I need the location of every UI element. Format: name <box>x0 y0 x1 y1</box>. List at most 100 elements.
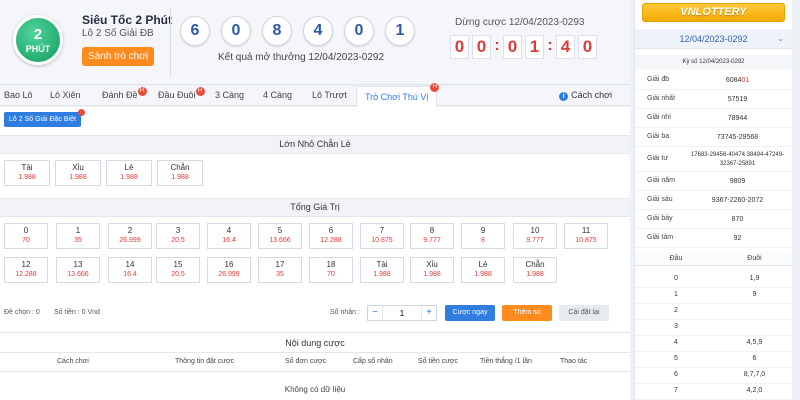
hot-badge: H <box>195 87 205 96</box>
table-header: Cấp số nhân <box>353 358 393 365</box>
bet-option[interactable]: 98 <box>461 223 505 249</box>
bet-odds: 1.988 <box>69 174 87 181</box>
tab-label: 4 Càng <box>263 90 293 100</box>
timer-colon: : <box>547 37 553 54</box>
bet-content-title: Nội dung cược <box>0 332 630 352</box>
bet-option[interactable]: 6 12.288 <box>309 223 353 249</box>
bet-option[interactable]: 0 70 <box>4 223 48 249</box>
subtab-lo-2-so[interactable]: Lô 2 Số Giải Đặc Biệt <box>4 109 85 127</box>
prize-value: 17683-29456-40474 38494-47249-32367-2589… <box>690 152 785 167</box>
bet-odds: 1.988 <box>373 271 391 278</box>
bet-option[interactable]: 1 35 <box>56 223 100 249</box>
bet-label: 17 <box>275 260 285 269</box>
prize-row: Giải nhì 78944 <box>635 109 792 128</box>
scrollbar[interactable] <box>794 0 800 400</box>
tab-dau-duoi[interactable]: Đầu Đuôi H <box>158 87 205 100</box>
draw-date-select[interactable]: 12/04/2023-0292 ⌄ <box>635 29 792 49</box>
prize-row: Giải sáu 9367-2260-2072 <box>635 191 792 210</box>
prize-value: 9809 <box>729 178 746 185</box>
table-header: Cách chơi <box>57 358 89 365</box>
tab-bao-lo[interactable]: Bao Lô <box>4 90 33 100</box>
subtab-row: Lô 2 Số Giải Đặc Biệt <box>0 107 630 133</box>
bet-option[interactable]: Tài 1.988 <box>360 257 404 283</box>
add-slip-button[interactable]: Thêm số <box>502 305 552 321</box>
bet-odds: 26.999 <box>119 237 141 244</box>
prize-value-main: 6084 <box>725 77 742 84</box>
prize-label: Giải đb <box>647 76 670 83</box>
hot-badge: H <box>430 83 440 92</box>
lobby-button[interactable]: Sảnh trò chơi <box>82 47 154 66</box>
result-ball: 1 <box>385 16 415 46</box>
reset-button[interactable]: Cài đặt lại <box>559 305 609 321</box>
multiplier-input[interactable] <box>382 306 422 320</box>
hot-badge <box>77 109 85 116</box>
bet-option[interactable]: 11 10.875 <box>564 223 608 249</box>
bet-label: 11 <box>581 226 591 235</box>
bet-option[interactable]: Lẻ 1.988 <box>461 257 505 283</box>
bet-option[interactable]: Lẻ 1.988 <box>106 160 152 186</box>
game-logo: 2 PHÚT <box>13 15 63 65</box>
bet-option[interactable]: 8 9.777 <box>410 223 454 249</box>
selected-count: Đề chọn : 0 <box>4 309 40 316</box>
bet-odds: 70 <box>22 237 30 244</box>
bet-option[interactable]: 14 16.4 <box>108 257 152 283</box>
bet-option[interactable]: 16 26.999 <box>207 257 251 283</box>
bet-odds: 9.777 <box>423 237 441 244</box>
head-tail-row: 19 <box>635 288 792 304</box>
bet-option[interactable]: Xỉu 1.988 <box>410 257 454 283</box>
bet-option[interactable]: Tài 1.988 <box>4 160 50 186</box>
head-digit: 5 <box>674 355 678 362</box>
prize-value: 57519 <box>727 96 748 103</box>
prize-row: Giải tư 17683-29456-40474 38494-47249-323… <box>635 147 792 172</box>
bet-label: Tài <box>21 163 33 172</box>
bet-amount: Số tiền : 0 Vnd <box>54 309 100 316</box>
section-title: Lớn Nhỏ Chẵn Lẻ <box>0 135 630 154</box>
bet-option[interactable]: 15 20.5 <box>156 257 200 283</box>
bet-label: 1 <box>75 226 81 235</box>
bet-label: 10 <box>530 226 540 235</box>
bet-option[interactable]: 13 13.666 <box>56 257 100 283</box>
bet-label: 7 <box>379 226 385 235</box>
tab-4-cang[interactable]: 4 Càng <box>263 90 292 100</box>
bet-option[interactable]: 4 16.4 <box>207 223 251 249</box>
tab-lo-truot[interactable]: Lô Trượt <box>312 90 347 100</box>
logo-number: 2 <box>33 26 43 43</box>
game-name: Siêu Tốc 2 Phút <box>82 13 173 27</box>
tab-lo-xien[interactable]: Lô Xiên <box>50 90 81 100</box>
game-tabs: Bao Lô Lô Xiên Đánh Đề H Đầu Đuôi H 3 Càng… <box>0 83 630 107</box>
bet-option[interactable]: 18 70 <box>309 257 353 283</box>
bet-option[interactable]: 2 26.999 <box>108 223 152 249</box>
bet-label: 6 <box>328 226 334 235</box>
prize-label: Giải sáu <box>647 196 673 203</box>
result-balls: 6 0 8 4 0 1 <box>180 16 415 46</box>
plus-button[interactable]: + <box>422 306 436 320</box>
prize-row: Giải tám 92 <box>635 229 792 248</box>
tail-digits: 4,2,0 <box>746 387 763 394</box>
empty-state: Không có dữ liệu <box>284 385 346 394</box>
bet-option[interactable]: Xỉu 1.988 <box>55 160 101 186</box>
bet-option[interactable]: 3 20.5 <box>156 223 200 249</box>
head-tail-row: 7 4,2,0 <box>635 384 792 400</box>
game-header: 2 PHÚT Siêu Tốc 2 Phút Lô 2 Số Giải ĐB S… <box>0 0 630 85</box>
head-tail-row: 56 <box>635 352 792 368</box>
bet-option[interactable]: 12 12.288 <box>4 257 48 283</box>
prize-value: 608401 <box>683 76 792 85</box>
timer-digit: 0 <box>578 35 597 59</box>
bet-now-button[interactable]: Cược ngay <box>445 305 495 321</box>
howto-link[interactable]: i Cách chơi <box>559 90 612 101</box>
bet-label: 4 <box>226 226 232 235</box>
subtab-label: Lô 2 Số Giải Đặc Biệt <box>9 116 76 123</box>
bet-option[interactable]: 17 35 <box>258 257 302 283</box>
tail-digits: 9 <box>752 291 757 298</box>
bet-option[interactable]: Chẵn 1.988 <box>157 160 203 186</box>
bet-option[interactable]: 10 9.777 <box>513 223 557 249</box>
bet-option[interactable]: 7 10.875 <box>360 223 404 249</box>
tab-danh-de[interactable]: Đánh Đề H <box>102 87 147 100</box>
bet-option[interactable]: 5 13.666 <box>258 223 302 249</box>
bet-odds: 1.988 <box>423 271 441 278</box>
tab-tro-choi-thu-vi[interactable]: Trò Chơi Thú Vị H <box>356 83 440 107</box>
minus-button[interactable]: − <box>368 306 382 320</box>
bet-label: 12 <box>21 260 31 269</box>
bet-option[interactable]: Chẵn 1.988 <box>513 257 557 283</box>
tab-3-cang[interactable]: 3 Càng <box>215 90 244 100</box>
